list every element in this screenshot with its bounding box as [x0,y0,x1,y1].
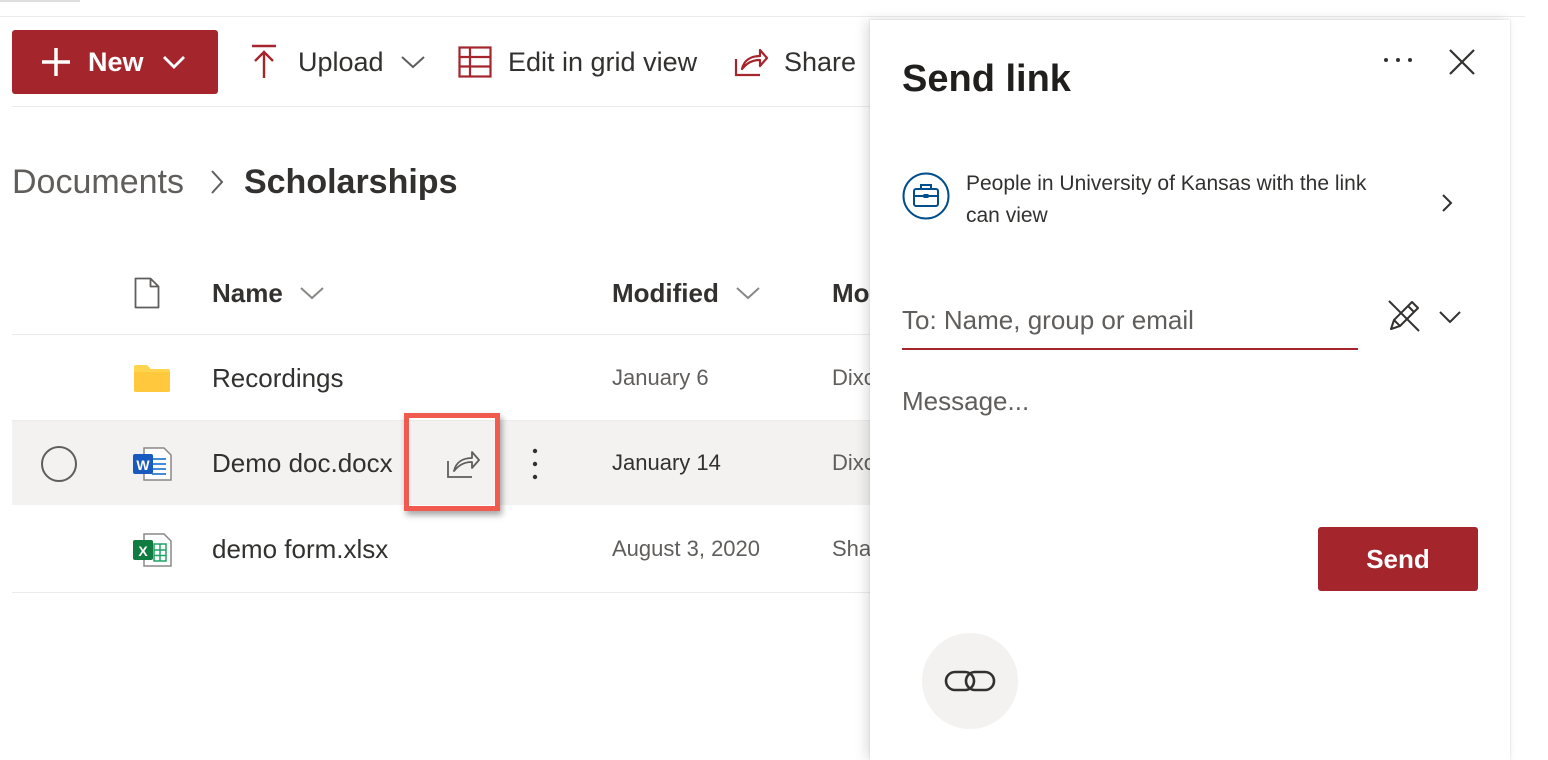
message-input[interactable] [902,386,1462,506]
sort-chevron-icon [736,287,760,300]
upload-chevron-icon [400,56,425,69]
row-modified: August 3, 2020 [612,536,761,561]
column-header-modified-by-label: Mo [832,277,870,308]
send-button-label: Send [1366,543,1430,574]
pencil-edit-icon[interactable] [1386,298,1422,334]
edit-grid-view-label: Edit in grid view [508,46,698,77]
chevron-down-icon[interactable] [1438,310,1462,324]
file-type-icon [134,277,160,309]
share-icon [734,48,768,77]
row-name[interactable]: Demo doc.docx [212,421,393,505]
word-file-icon: W [133,447,172,481]
breadcrumb-current: Scholarships [243,162,458,201]
chevron-down-icon [162,56,185,69]
folder-icon [134,365,170,392]
message-field [902,386,1462,506]
panel-title: Send link [902,58,1071,100]
edit-grid-view-button[interactable]: Edit in grid view [458,40,697,84]
right-edge-strip [1510,20,1548,749]
breadcrumb: Documents Scholarships [12,160,457,204]
row-select-circle-icon[interactable] [40,445,78,483]
permission-text: People in University of Kansas with the … [966,172,1367,227]
top-stub [0,0,80,2]
row-name[interactable]: Recordings [212,336,344,420]
plus-icon [42,48,70,76]
row-name[interactable]: demo form.xlsx [212,507,388,591]
row-modified-by: Dixo [832,365,870,390]
send-button[interactable]: Send [1318,527,1478,591]
column-header-modified[interactable]: Modified [612,270,761,316]
recipient-field [902,298,1358,350]
svg-text:X: X [138,543,148,559]
send-link-panel: Send link People in University of Kansas… [870,20,1510,760]
row-modified: January 14 [612,450,721,475]
upload-button[interactable]: Upload [250,40,426,84]
row-modified-by: Sha [832,536,870,561]
more-actions-icon[interactable] [530,447,540,481]
row-modified: January 6 [612,365,709,390]
upload-icon [252,44,276,78]
grid-icon [458,46,492,78]
copy-link-button[interactable] [922,633,1018,729]
column-header-modified-by[interactable]: Mo [832,270,870,316]
new-button[interactable]: New [12,30,218,94]
column-header-modified-label: Modified [612,277,719,308]
upload-label: Upload [298,46,384,77]
excel-file-icon: X [133,533,172,567]
close-icon[interactable] [1446,46,1478,78]
new-button-label: New [88,46,144,77]
share-button[interactable]: Share [734,40,856,84]
recipient-input[interactable] [902,298,1358,342]
top-divider [0,16,1525,17]
share-label: Share [784,46,857,77]
share-highlight-box [404,413,500,511]
briefcase-icon [902,172,950,220]
link-permission-setting[interactable]: People in University of Kansas with the … [902,168,1462,244]
chevron-right-icon[interactable] [1440,192,1454,214]
breadcrumb-documents[interactable]: Documents [12,163,184,202]
row-modified-by: Dixo [832,450,870,475]
svg-text:W: W [136,457,150,473]
column-header-name[interactable]: Name [212,270,325,316]
column-header-name-label: Name [212,277,283,308]
link-icon [944,670,996,692]
chevron-right-icon [211,170,224,194]
sort-chevron-icon [300,287,324,300]
more-options-icon[interactable] [1380,48,1416,72]
